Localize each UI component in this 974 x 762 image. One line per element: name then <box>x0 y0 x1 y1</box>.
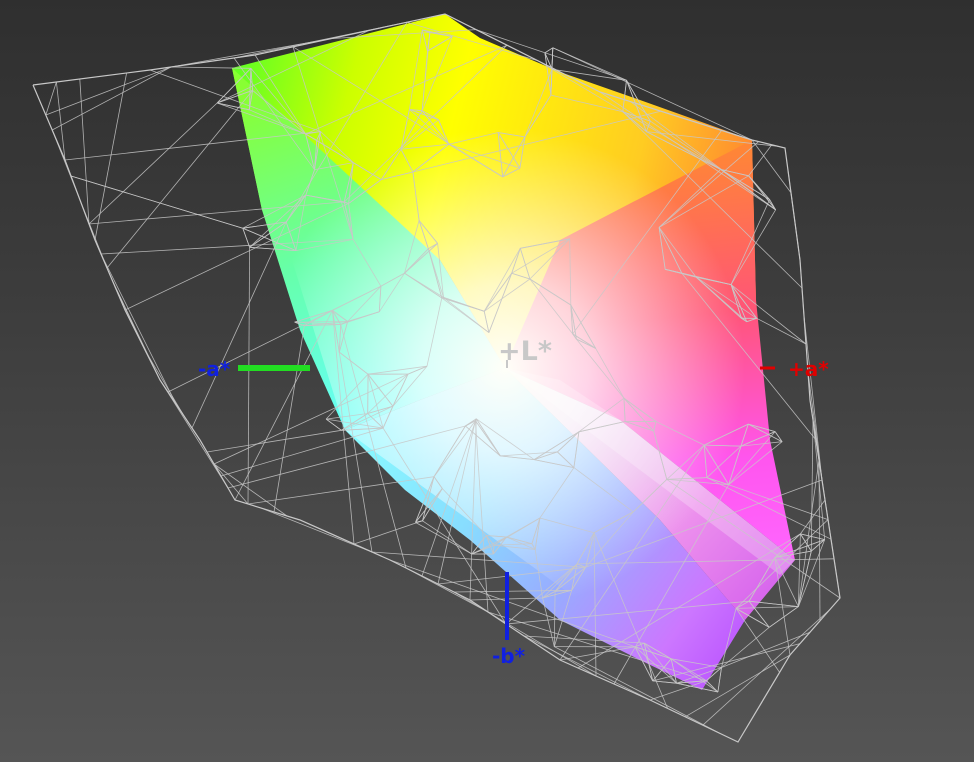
wireframe-edge <box>261 508 372 552</box>
wireframe-edge <box>56 82 65 160</box>
wireframe-edge <box>274 326 304 512</box>
wireframe-edge <box>788 170 800 260</box>
wireframe-edge <box>800 621 820 644</box>
wireframe-edge <box>235 310 332 500</box>
wireframe-edge <box>192 222 286 428</box>
wireframe-edge <box>749 601 769 627</box>
wireframe-edge <box>214 464 287 516</box>
wireframe-edge <box>71 176 243 228</box>
wireframe-edge <box>804 316 822 480</box>
wireframe-edge <box>811 420 813 551</box>
wireframe-edge <box>736 608 780 672</box>
wireframe-edge <box>718 668 722 693</box>
wireframe-edge <box>52 130 107 268</box>
gamut-3d-scene: +L* +a* -a* -b* <box>0 0 974 762</box>
wireframe-edge <box>160 380 228 488</box>
wireframe-edge <box>146 352 184 416</box>
wireframe-edge <box>207 430 341 452</box>
l-axis-label: +L* <box>498 336 552 367</box>
a-pos-axis-label: +a* <box>788 357 829 381</box>
wireframe-edge <box>545 48 553 53</box>
wireframe-edge <box>89 103 217 224</box>
b-neg-axis-label: -b* <box>492 644 526 668</box>
wireframe-edge <box>560 647 635 660</box>
wireframe-edge <box>757 318 806 344</box>
wireframe-edge <box>101 254 176 404</box>
wireframe-edge <box>52 67 171 130</box>
wireframe-edge <box>354 521 423 544</box>
a-neg-axis-label: -a* <box>198 357 231 381</box>
wireframe-edge <box>769 607 798 628</box>
wireframe-edge <box>107 90 253 268</box>
wireframe-edge <box>46 82 57 115</box>
wireframe-edge <box>819 460 820 621</box>
gamut-3d-viewport[interactable]: +L* +a* -a* -b* <box>0 0 974 762</box>
wireframe-edge <box>759 690 769 707</box>
wireframe-edge <box>248 247 250 504</box>
wireframe-edge <box>800 260 806 344</box>
wireframe-edge <box>722 632 811 667</box>
wireframe-edge <box>46 67 171 115</box>
